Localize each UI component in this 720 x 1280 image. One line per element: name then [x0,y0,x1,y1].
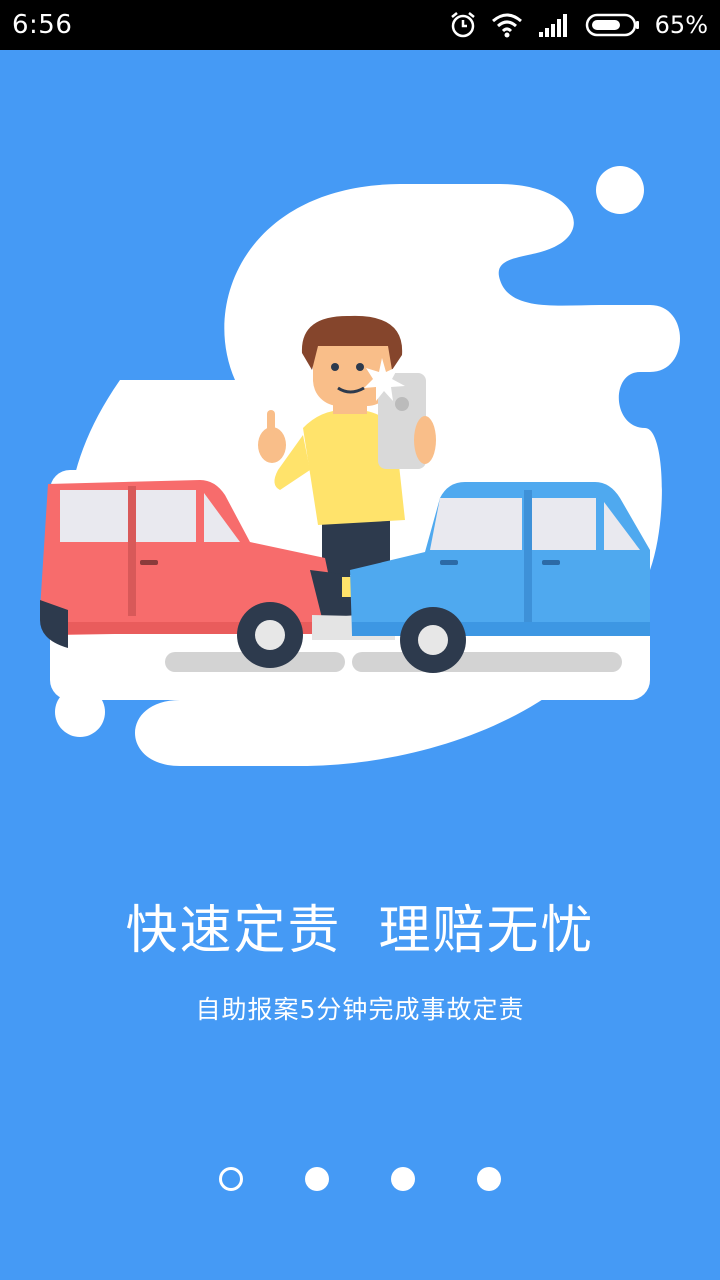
alarm-icon [449,11,477,39]
status-bar: 6:56 65% [0,0,720,50]
battery-percent: 65% [654,11,708,39]
onboarding-illustration [0,50,720,810]
page-indicator [0,1167,720,1193]
signal-icon [537,12,571,38]
page-dot-3[interactable] [391,1167,415,1191]
onboarding-subline: 自助报案5分钟完成事故定责 [195,995,525,1024]
status-time: 6:56 [12,10,73,40]
wifi-icon [491,12,523,38]
page-dot-4[interactable] [477,1167,501,1191]
onboarding-headline: 快速定责 理赔无忧 [125,901,595,961]
page-dot-2[interactable] [305,1167,329,1191]
battery-icon [585,12,641,38]
page-dot-1[interactable] [219,1167,243,1191]
road-markings [165,652,622,672]
status-icons: 65% [449,11,708,39]
